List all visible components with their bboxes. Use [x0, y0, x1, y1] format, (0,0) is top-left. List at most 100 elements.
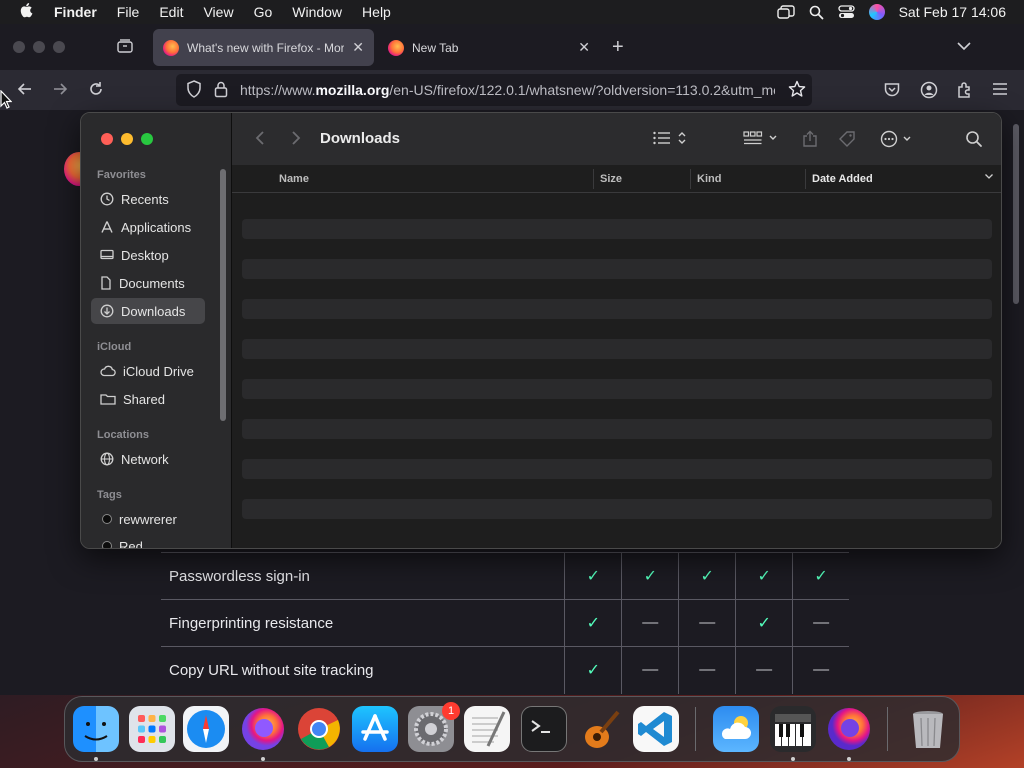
- dock-textedit-icon[interactable]: [464, 706, 510, 752]
- checkmark-icon: ✓: [564, 552, 621, 600]
- feature-comparison-table: Passwordless sign-in ✓ ✓ ✓ ✓ ✓ Fingerpri…: [161, 552, 849, 694]
- back-arrow-icon[interactable]: [16, 80, 34, 103]
- forward-arrow-icon[interactable]: [51, 80, 69, 103]
- tab-new-tab[interactable]: New Tab ✕: [378, 29, 600, 66]
- tab-bar: What's new with Firefox - More ✕ New Tab…: [0, 24, 1024, 70]
- lock-icon[interactable]: [214, 80, 228, 101]
- menu-go[interactable]: Go: [244, 4, 283, 20]
- sidebar-item-label: Red: [119, 538, 143, 549]
- document-icon: [101, 276, 111, 290]
- bookmark-star-icon[interactable]: [788, 80, 806, 101]
- dash-icon: —: [735, 646, 792, 694]
- column-name[interactable]: Name: [279, 173, 309, 185]
- sort-chevron-down-icon[interactable]: [984, 171, 994, 184]
- sidebar-item-network[interactable]: Network: [91, 446, 205, 472]
- list-item: [242, 499, 992, 519]
- menu-help[interactable]: Help: [352, 4, 401, 20]
- sidebar-section-favorites: Favorites: [97, 169, 146, 181]
- stage-manager-icon[interactable]: [776, 5, 795, 19]
- dock-app-store-icon[interactable]: [352, 706, 398, 752]
- dock-garageband-icon[interactable]: [577, 706, 623, 752]
- sidebar-section-icloud: iCloud: [97, 341, 132, 353]
- share-icon[interactable]: [802, 130, 818, 153]
- tracking-shield-icon[interactable]: [186, 79, 202, 101]
- close-tab-icon[interactable]: ✕: [578, 39, 590, 56]
- finder-window: Favorites Recents Applications Desktop D…: [80, 112, 1002, 549]
- zoom-window-icon[interactable]: [53, 41, 65, 53]
- search-icon[interactable]: [965, 130, 983, 153]
- tab-whats-new[interactable]: What's new with Firefox - More ✕: [153, 29, 374, 66]
- address-bar[interactable]: https://www.mozilla.org/en-US/firefox/12…: [176, 74, 812, 106]
- running-indicator: [261, 757, 265, 761]
- zoom-window-icon[interactable]: [141, 133, 153, 145]
- page-scrollbar[interactable]: [1013, 124, 1019, 304]
- sidebar-scrollbar[interactable]: [220, 169, 226, 421]
- siri-icon[interactable]: [868, 4, 885, 20]
- finder-sidebar: Favorites Recents Applications Desktop D…: [81, 113, 231, 549]
- column-size[interactable]: Size: [600, 173, 622, 185]
- extensions-puzzle-icon[interactable]: [956, 81, 974, 104]
- url-domain: mozilla.org: [315, 82, 390, 98]
- list-all-tabs-chevron-icon[interactable]: [956, 38, 972, 56]
- dock-piano-icon[interactable]: [770, 706, 816, 752]
- column-kind[interactable]: Kind: [697, 173, 721, 185]
- hamburger-menu-icon[interactable]: [992, 81, 1008, 102]
- tag-dot-icon: [102, 514, 112, 524]
- sidebar-item-downloads[interactable]: Downloads: [91, 298, 205, 324]
- more-actions-icon[interactable]: [880, 130, 916, 153]
- sidebar-item-desktop[interactable]: Desktop: [91, 242, 205, 268]
- column-divider[interactable]: [690, 169, 691, 189]
- dock-weather-icon[interactable]: [713, 706, 759, 752]
- column-date-added[interactable]: Date Added: [812, 173, 873, 185]
- firefox-view-icon[interactable]: [116, 38, 134, 59]
- dock-trash-icon[interactable]: [905, 706, 951, 752]
- sidebar-item-tag-red[interactable]: Red: [91, 533, 205, 549]
- dock-firefox-icon[interactable]: [240, 706, 286, 752]
- apple-menu-icon[interactable]: [0, 2, 54, 22]
- sidebar-item-recents[interactable]: Recents: [91, 186, 205, 212]
- new-tab-plus-icon[interactable]: +: [612, 36, 624, 59]
- spotlight-search-icon[interactable]: [809, 5, 824, 20]
- reload-icon[interactable]: [87, 80, 105, 103]
- sidebar-item-applications[interactable]: Applications: [91, 214, 205, 240]
- forward-chevron-icon[interactable]: [290, 130, 302, 151]
- menu-app-name[interactable]: Finder: [54, 4, 107, 20]
- shared-folder-icon: [100, 394, 116, 405]
- menu-clock[interactable]: Sat Feb 17 14:06: [899, 4, 1006, 20]
- minimize-window-icon[interactable]: [33, 41, 45, 53]
- menu-edit[interactable]: Edit: [149, 4, 193, 20]
- sidebar-item-icloud-drive[interactable]: iCloud Drive: [91, 358, 205, 384]
- cloud-icon: [100, 365, 116, 377]
- back-chevron-icon[interactable]: [254, 130, 266, 151]
- dock-launchpad-icon[interactable]: [129, 706, 175, 752]
- dock-finder-icon[interactable]: [73, 706, 119, 752]
- dock-chrome-icon[interactable]: [296, 706, 342, 752]
- sidebar-item-documents[interactable]: Documents: [91, 270, 205, 296]
- menu-file[interactable]: File: [107, 4, 150, 20]
- list-view-icon[interactable]: [652, 130, 688, 151]
- group-by-icon[interactable]: [743, 130, 779, 151]
- menu-bar: Finder File Edit View Go Window Help Sat…: [0, 0, 1024, 24]
- control-center-icon[interactable]: [837, 5, 855, 19]
- dock-firefox-nightly-icon[interactable]: [826, 706, 872, 752]
- finder-window-controls: [101, 133, 153, 145]
- column-divider[interactable]: [805, 169, 806, 189]
- menu-view[interactable]: View: [193, 4, 243, 20]
- close-tab-icon[interactable]: ✕: [352, 39, 364, 56]
- sidebar-item-tag-rewwrerer[interactable]: rewwrerer: [91, 506, 205, 532]
- running-indicator: [94, 757, 98, 761]
- menu-window[interactable]: Window: [282, 4, 352, 20]
- tag-icon[interactable]: [838, 130, 856, 153]
- dash-icon: —: [621, 599, 678, 647]
- pocket-icon[interactable]: [883, 81, 901, 104]
- close-window-icon[interactable]: [13, 41, 25, 53]
- dock-safari-icon[interactable]: [183, 706, 229, 752]
- column-divider[interactable]: [593, 169, 594, 189]
- minimize-window-icon[interactable]: [121, 133, 133, 145]
- account-icon[interactable]: [920, 81, 938, 104]
- dash-icon: —: [621, 646, 678, 694]
- dock-terminal-icon[interactable]: [521, 706, 567, 752]
- dock-vscode-icon[interactable]: [633, 706, 679, 752]
- close-window-icon[interactable]: [101, 133, 113, 145]
- sidebar-item-shared[interactable]: Shared: [91, 386, 205, 412]
